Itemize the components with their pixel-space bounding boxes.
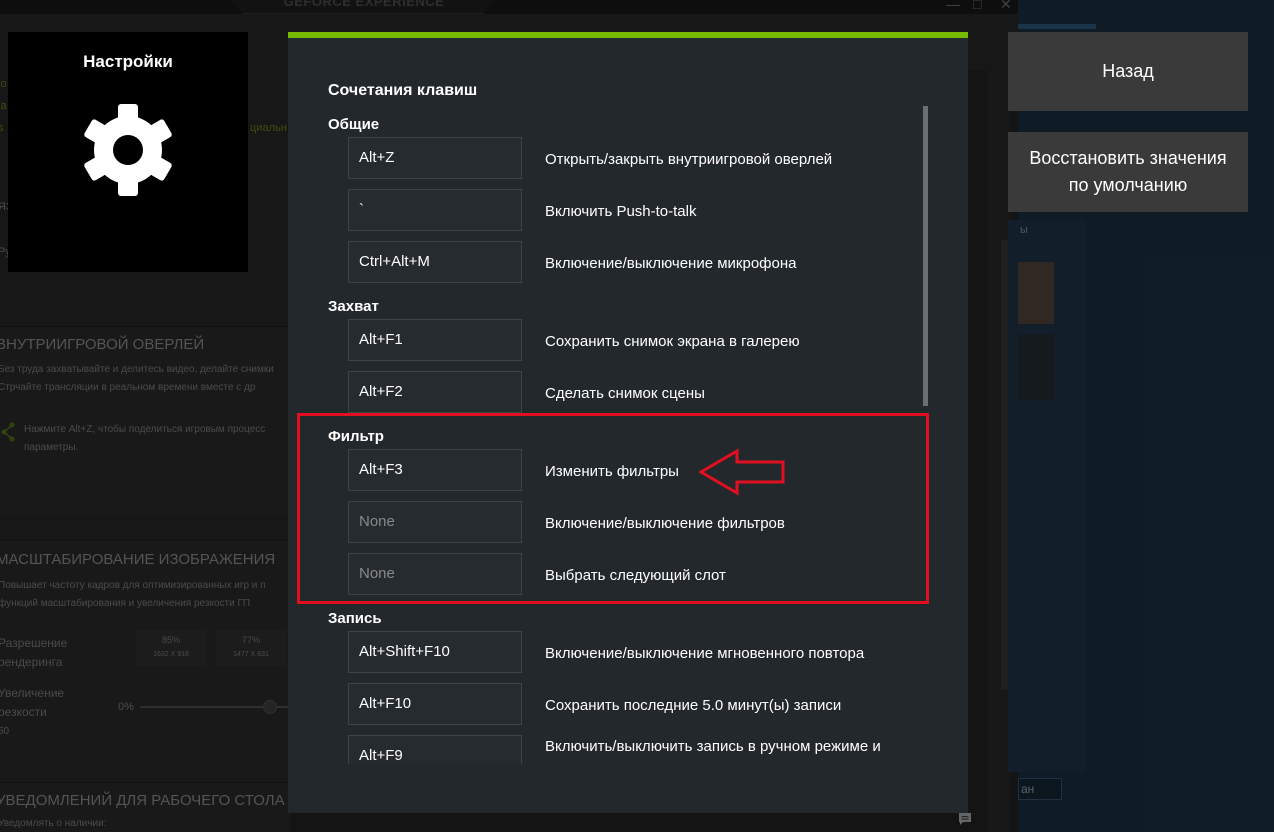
- annotation-highlight-frame: [297, 413, 929, 604]
- restore-defaults-label-line-2: по умолчанию: [1068, 175, 1188, 195]
- shortcut-action-label: Включить Push-to-talk: [545, 203, 697, 220]
- shortcut-key-field[interactable]: Alt+Shift+F10: [348, 631, 522, 673]
- restore-defaults-button[interactable]: Восстановить значения по умолчанию: [1008, 132, 1248, 212]
- shortcut-action-label: Включение/выключение мгновенного повтора: [545, 645, 865, 662]
- shortcut-action-label: Открыть/закрыть внутриигровой оверлей: [545, 151, 833, 168]
- annotation-arrow-icon: [699, 448, 785, 496]
- shortcut-action-label: Сохранить снимок экрана в галерею: [545, 333, 800, 350]
- section-heading-recording: Запись: [328, 610, 382, 627]
- section-heading-capture: Захват: [328, 298, 379, 315]
- shortcut-key-field[interactable]: Alt+F10: [348, 683, 522, 725]
- shortcut-action-label: Сделать снимок сцены: [545, 385, 705, 402]
- shortcut-key-field[interactable]: Alt+F9: [348, 735, 522, 764]
- back-button[interactable]: Назад: [1008, 32, 1248, 111]
- shortcut-action-label: Включить/выключить запись в ручном режим…: [545, 738, 881, 755]
- shortcut-key-field[interactable]: Alt+Z: [348, 137, 522, 179]
- chat-icon[interactable]: [958, 812, 972, 826]
- restore-defaults-label-line-1: Восстановить значения: [1029, 148, 1227, 168]
- shortcut-key-field[interactable]: `: [348, 189, 522, 231]
- settings-badge: Настройки: [8, 32, 248, 272]
- shortcut-key-field[interactable]: Ctrl+Alt+M: [348, 241, 522, 283]
- shortcut-action-label: Включение/выключение микрофона: [545, 255, 797, 272]
- back-button-label: Назад: [1102, 61, 1154, 81]
- settings-title: Настройки: [83, 52, 173, 71]
- gear-icon: [84, 104, 172, 196]
- shortcut-action-label: Сохранить последние 5.0 минут(ы) записи: [545, 697, 842, 714]
- dialog-title: Сочетания клавиш: [328, 82, 478, 99]
- shortcut-key-field[interactable]: Alt+F2: [348, 371, 522, 413]
- section-heading-general: Общие: [328, 116, 380, 133]
- dialog-scrollbar[interactable]: [923, 106, 928, 406]
- shortcut-key-field[interactable]: Alt+F1: [348, 319, 522, 361]
- dialog-accent-bar: [288, 32, 968, 38]
